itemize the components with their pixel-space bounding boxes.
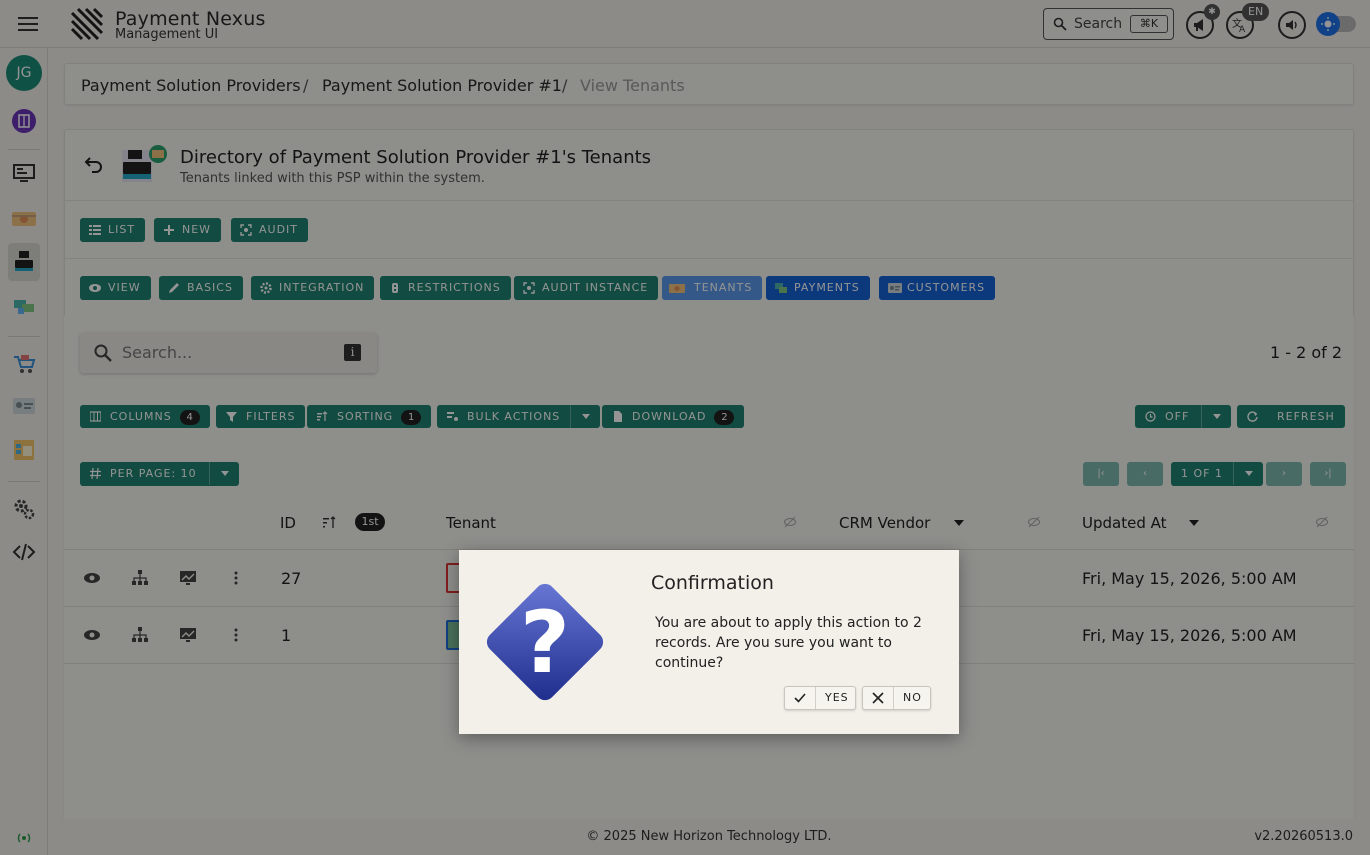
confirmation-dialog: ? Confirmation You are about to apply th… xyxy=(459,550,959,734)
svg-text:?: ? xyxy=(520,593,570,693)
no-button[interactable]: NO xyxy=(862,686,931,710)
question-icon: ? xyxy=(475,572,615,712)
check-icon xyxy=(794,692,806,704)
dialog-message: You are about to apply this action to 2 … xyxy=(655,615,922,671)
dialog-title: Confirmation xyxy=(651,572,774,594)
close-icon xyxy=(872,692,884,704)
yes-button[interactable]: YES xyxy=(784,686,856,710)
